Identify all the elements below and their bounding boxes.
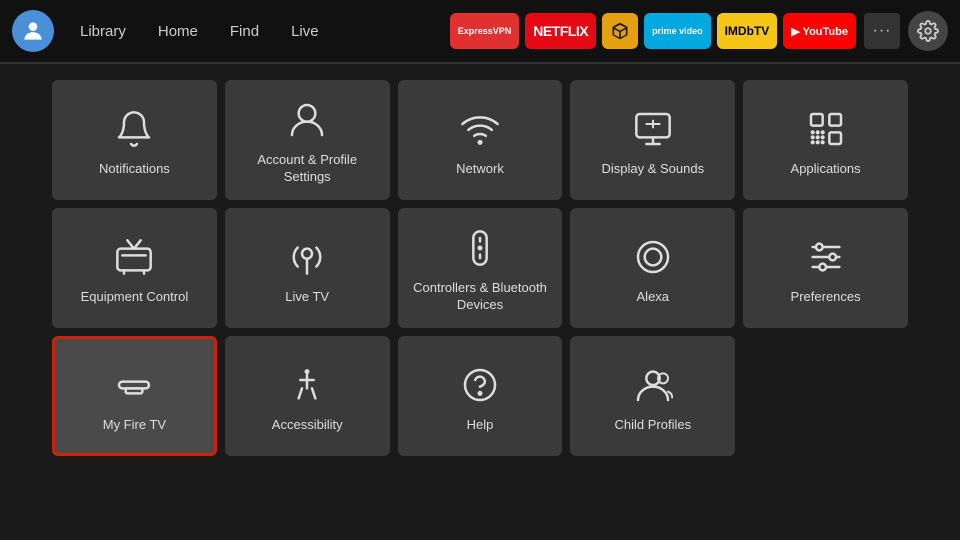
tile-preferences[interactable]: Preferences <box>743 208 908 328</box>
tile-accessibility[interactable]: Accessibility <box>225 336 390 456</box>
tile-controllers-label: Controllers & Bluetooth Devices <box>406 280 555 314</box>
tile-network[interactable]: Network <box>398 80 563 200</box>
settings-button[interactable] <box>908 11 948 51</box>
app-youtube[interactable]: ▶ YouTube <box>783 13 856 49</box>
tile-notifications[interactable]: Notifications <box>52 80 217 200</box>
remote-icon <box>458 226 502 270</box>
nav-library[interactable]: Library <box>66 17 140 46</box>
nav-links: Library Home Find Live <box>66 17 333 46</box>
app-shortcuts: ExpressVPN NETFLIX prime video IMDbTV ▶ … <box>450 13 856 49</box>
app-prime[interactable]: prime video <box>644 13 711 49</box>
firetv-icon <box>112 363 156 407</box>
tile-applications-label: Applications <box>791 161 861 178</box>
tile-help[interactable]: Help <box>398 336 563 456</box>
nav-find[interactable]: Find <box>216 17 273 46</box>
settings-grid: Notifications Account & Profile Settings… <box>52 80 908 456</box>
settings-container: Notifications Account & Profile Settings… <box>0 64 960 540</box>
tile-alexa-label: Alexa <box>637 289 670 306</box>
tile-myfiretv[interactable]: My Fire TV <box>52 336 217 456</box>
nav-home[interactable]: Home <box>144 17 212 46</box>
tile-accessibility-label: Accessibility <box>272 417 343 434</box>
tile-myfiretv-label: My Fire TV <box>103 417 166 434</box>
accessibility-icon <box>285 363 329 407</box>
tile-childprofiles-label: Child Profiles <box>614 417 691 434</box>
tile-alexa[interactable]: Alexa <box>570 208 735 328</box>
top-navigation: Library Home Find Live ExpressVPN NETFLI… <box>0 0 960 62</box>
childprofiles-icon <box>631 363 675 407</box>
app-expressvpn[interactable]: ExpressVPN <box>450 13 520 49</box>
tile-network-label: Network <box>456 161 504 178</box>
tile-livetv-label: Live TV <box>285 289 329 306</box>
app-netflix[interactable]: NETFLIX <box>525 13 596 49</box>
tile-account[interactable]: Account & Profile Settings <box>225 80 390 200</box>
tile-help-label: Help <box>467 417 494 434</box>
nav-live[interactable]: Live <box>277 17 333 46</box>
tile-equipment-label: Equipment Control <box>81 289 189 306</box>
wifi-icon <box>458 107 502 151</box>
app-plex[interactable] <box>602 13 638 49</box>
tile-account-label: Account & Profile Settings <box>233 152 382 186</box>
tile-display-label: Display & Sounds <box>601 161 704 178</box>
more-apps-button[interactable]: ··· <box>864 13 900 49</box>
help-icon <box>458 363 502 407</box>
tile-display[interactable]: Display & Sounds <box>570 80 735 200</box>
app-imdb[interactable]: IMDbTV <box>717 13 778 49</box>
tile-livetv[interactable]: Live TV <box>225 208 390 328</box>
user-avatar[interactable] <box>12 10 54 52</box>
display-icon <box>631 107 675 151</box>
tile-preferences-label: Preferences <box>791 289 861 306</box>
tile-childprofiles[interactable]: Child Profiles <box>570 336 735 456</box>
tile-notifications-label: Notifications <box>99 161 170 178</box>
tile-applications[interactable]: Applications <box>743 80 908 200</box>
tile-controllers[interactable]: Controllers & Bluetooth Devices <box>398 208 563 328</box>
tile-equipment[interactable]: Equipment Control <box>52 208 217 328</box>
sliders-icon <box>804 235 848 279</box>
tv-icon <box>112 235 156 279</box>
antenna-icon <box>285 235 329 279</box>
apps-icon <box>804 107 848 151</box>
person-icon <box>285 98 329 142</box>
alexa-icon <box>631 235 675 279</box>
bell-icon <box>112 107 156 151</box>
